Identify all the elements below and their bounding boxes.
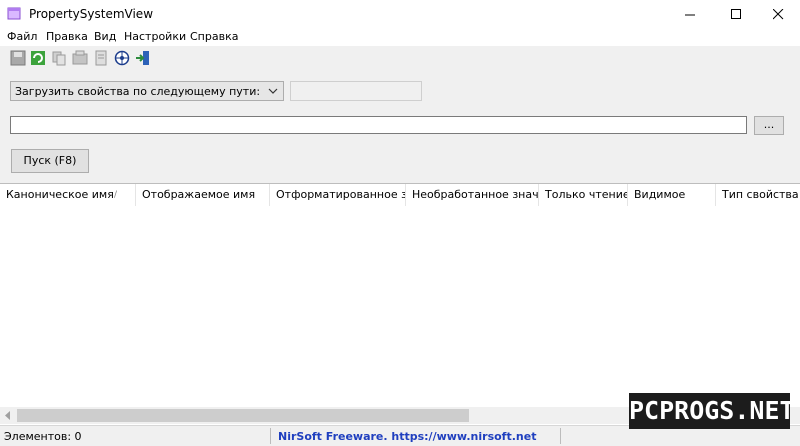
save-icon[interactable] bbox=[10, 50, 26, 66]
refresh-icon[interactable] bbox=[30, 50, 46, 66]
column-header-formatted-value[interactable]: Отформатированное з... bbox=[270, 184, 406, 206]
menu-options[interactable]: Настройки bbox=[124, 30, 186, 43]
maximize-button[interactable] bbox=[714, 0, 758, 28]
column-header-raw-value[interactable]: Необработанное значе... bbox=[406, 184, 539, 206]
exit-icon[interactable] bbox=[135, 50, 151, 66]
column-header-read-only[interactable]: Только чтение bbox=[539, 184, 628, 206]
run-button[interactable]: Пуск (F8) bbox=[11, 149, 89, 173]
secondary-field-disabled bbox=[290, 81, 422, 101]
list-header: Каноническое имя / Отображаемое имя Отфо… bbox=[0, 184, 800, 206]
sort-arrow-icon: / bbox=[113, 190, 117, 200]
status-divider bbox=[270, 428, 271, 444]
menu-file[interactable]: Файл bbox=[7, 30, 37, 43]
html-report-icon[interactable] bbox=[93, 50, 109, 66]
find-icon[interactable] bbox=[114, 50, 130, 66]
browse-button[interactable]: ... bbox=[754, 116, 784, 135]
minimize-icon bbox=[684, 14, 695, 15]
item-count: Элементов: 0 bbox=[4, 430, 82, 443]
watermark: PCPROGS.NET bbox=[629, 393, 795, 429]
menu-help[interactable]: Справка bbox=[190, 30, 238, 43]
column-header-label: Каноническое имя bbox=[6, 188, 114, 201]
column-header-label: Только чтение bbox=[545, 188, 628, 201]
properties-icon[interactable] bbox=[72, 50, 88, 66]
menu-edit[interactable]: Правка bbox=[46, 30, 88, 43]
close-icon bbox=[772, 8, 783, 19]
column-header-label: Тип свойства bbox=[722, 188, 799, 201]
load-mode-value: Загрузить свойства по следующему пути: bbox=[15, 85, 261, 98]
column-header-display-name[interactable]: Отображаемое имя bbox=[136, 184, 270, 206]
column-header-label: Отформатированное з... bbox=[276, 188, 406, 201]
nirsoft-link[interactable]: NirSoft Freeware. https://www.nirsoft.ne… bbox=[278, 430, 536, 443]
toolbar bbox=[0, 46, 800, 70]
window-title: PropertySystemView bbox=[29, 7, 154, 21]
column-header-property-type[interactable]: Тип свойства bbox=[716, 184, 800, 206]
maximize-icon bbox=[730, 8, 741, 19]
chevron-down-icon bbox=[268, 88, 278, 94]
title-bar: PropertySystemView bbox=[0, 0, 800, 29]
column-header-label: Необработанное значе... bbox=[412, 188, 539, 201]
column-header-label: Видимое bbox=[634, 188, 686, 201]
minimize-button[interactable] bbox=[668, 0, 712, 28]
menu-view[interactable]: Вид bbox=[94, 30, 116, 43]
app-icon bbox=[7, 7, 21, 20]
scroll-left-icon[interactable] bbox=[4, 411, 11, 420]
column-header-canonical-name[interactable]: Каноническое имя / bbox=[0, 184, 136, 206]
status-divider bbox=[560, 428, 561, 444]
properties-list[interactable]: Каноническое имя / Отображаемое имя Отфо… bbox=[0, 183, 800, 426]
copy-icon[interactable] bbox=[51, 50, 67, 66]
column-header-label: Отображаемое имя bbox=[142, 188, 256, 201]
load-mode-select[interactable]: Загрузить свойства по следующему пути: bbox=[10, 81, 284, 101]
close-button[interactable] bbox=[756, 0, 800, 28]
menu-bar: Файл Правка Вид Настройки Справка bbox=[0, 28, 800, 46]
path-input[interactable] bbox=[10, 116, 747, 134]
scrollbar-thumb[interactable] bbox=[17, 409, 469, 422]
column-header-visible[interactable]: Видимое bbox=[628, 184, 716, 206]
